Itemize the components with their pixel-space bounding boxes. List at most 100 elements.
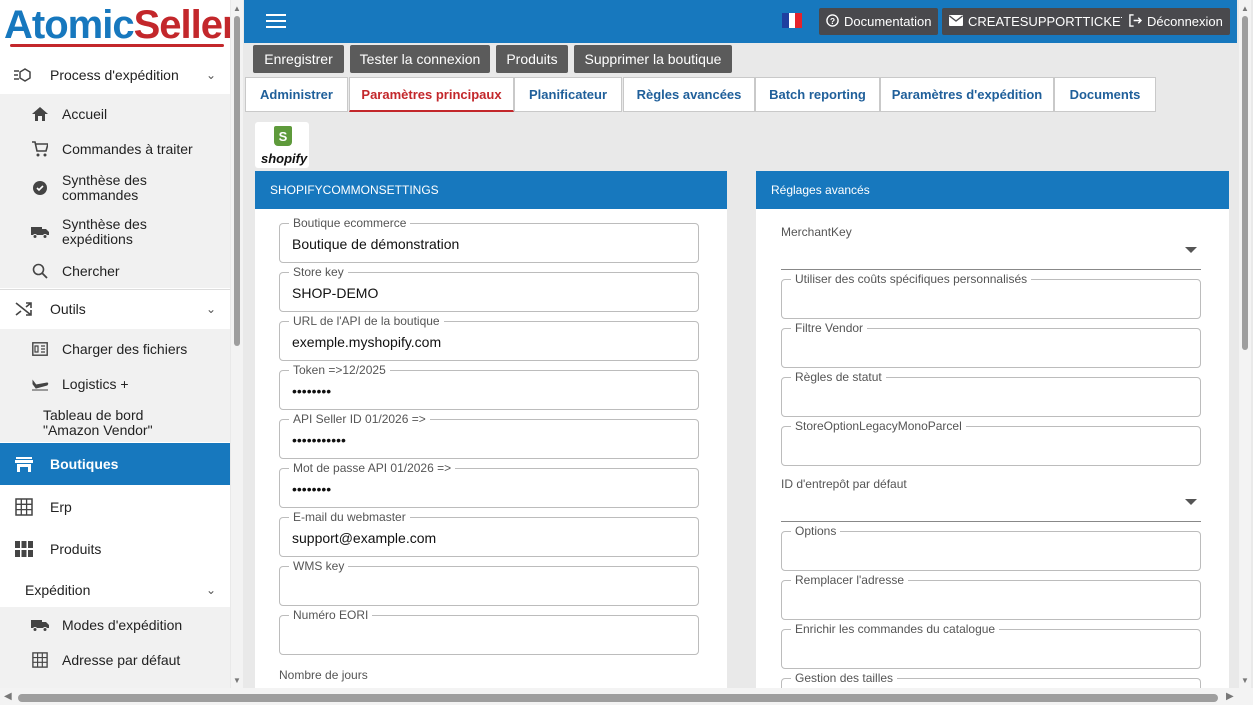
tab-administrer[interactable]: Administrer — [245, 77, 348, 112]
token-field[interactable]: Token =>12/2025 •••••••• — [279, 363, 699, 410]
save-button[interactable]: Enregistrer — [253, 45, 344, 73]
ecommerce-store-field[interactable]: Boutique ecommerce Boutique de démonstra… — [279, 216, 699, 263]
sidebar-group-process[interactable]: Process d'expédition ⌄ — [0, 58, 230, 92]
field-label: WMS key — [289, 559, 349, 573]
delete-store-button[interactable]: Supprimer la boutique — [574, 45, 732, 73]
field-label: Utiliser des coûts spécifiques personnal… — [791, 272, 1032, 286]
horizontal-scrollbar[interactable]: ◀ ▶ — [0, 688, 1253, 705]
chevron-down-icon: ⌄ — [205, 583, 216, 597]
legacy-mono-parcel-field[interactable]: StoreOptionLegacyMonoParcel — [781, 419, 1201, 466]
scroll-up-icon[interactable]: ▲ — [1240, 4, 1250, 13]
flag-stripe — [782, 13, 789, 28]
flag-stripe — [788, 13, 796, 28]
sidebar-item-modes-expedition[interactable]: Modes d'expédition — [0, 608, 230, 642]
logo[interactable]: AtomicSeller — [4, 2, 230, 50]
sidebar-item-label: Erp — [50, 498, 72, 515]
store-key-field[interactable]: Store key SHOP-DEMO — [279, 265, 699, 312]
status-rules-field[interactable]: Règles de statut — [781, 370, 1201, 417]
sidebar-item-amazon-vendor[interactable]: Tableau de bord "Amazon Vendor" — [0, 405, 230, 441]
sidebar-item-label: Modes d'expédition — [62, 616, 183, 633]
help-icon: ? — [826, 13, 839, 30]
grid-icon — [30, 650, 50, 670]
tab-regles-avancees[interactable]: Règles avancées — [623, 77, 755, 112]
sidebar-item-label: Boutiques — [50, 455, 119, 472]
field-label: Store key — [289, 265, 348, 279]
create-support-ticket-button[interactable]: CREATESUPPORTTICKET — [942, 8, 1136, 35]
file-icon — [30, 339, 50, 359]
wms-key-field[interactable]: WMS key — [279, 559, 699, 606]
sidebar-item-label: Charger des fichiers — [62, 340, 188, 357]
sidebar-group-expedition[interactable]: Expédition ⌄ — [0, 573, 230, 607]
products-button[interactable]: Produits — [496, 45, 568, 73]
sidebar-item-logistics[interactable]: Logistics + — [0, 367, 230, 401]
sidebar-item-adresse-defaut[interactable]: Adresse par défaut — [0, 643, 230, 677]
tab-batch-reporting[interactable]: Batch reporting — [755, 77, 880, 112]
options-field[interactable]: Options — [781, 524, 1201, 571]
field-label: Numéro EORI — [289, 608, 373, 622]
sidebar-item-chercher[interactable]: Chercher — [0, 254, 230, 288]
field-label: Remplacer l'adresse — [791, 573, 909, 587]
sidebar-item-charger-fichiers[interactable]: Charger des fichiers — [0, 332, 230, 366]
tab-parametres-expedition[interactable]: Paramètres d'expédition — [880, 77, 1054, 112]
tab-planificateur[interactable]: Planificateur — [514, 77, 622, 112]
sidebar-divider — [0, 289, 230, 290]
sidebar-item-produits[interactable]: Produits — [0, 531, 230, 567]
field-label: E-mail du webmaster — [289, 510, 410, 524]
scroll-down-icon[interactable]: ▼ — [232, 676, 242, 685]
french-flag-icon[interactable] — [782, 13, 803, 28]
eori-field[interactable]: Numéro EORI — [279, 608, 699, 655]
tab-documents[interactable]: Documents — [1054, 77, 1156, 112]
cart-icon — [30, 139, 50, 159]
sidebar-item-label: Logistics + — [62, 375, 129, 392]
custom-costs-field[interactable]: Utiliser des coûts spécifiques personnal… — [781, 272, 1201, 319]
webmaster-email-field[interactable]: E-mail du webmaster support@example.com — [279, 510, 699, 557]
field-label: Enrichir les commandes du catalogue — [791, 622, 1000, 636]
sidebar-scroll-thumb[interactable] — [234, 16, 240, 346]
sidebar-item-erp[interactable]: Erp — [0, 489, 230, 525]
home-icon — [30, 104, 50, 124]
api-password-field[interactable]: Mot de passe API 01/2026 => •••••••• — [279, 461, 699, 508]
api-seller-id-field[interactable]: API Seller ID 01/2026 => ••••••••••• — [279, 412, 699, 459]
scroll-left-icon[interactable]: ◀ — [4, 691, 12, 702]
replace-address-field[interactable]: Remplacer l'adresse — [781, 573, 1201, 620]
store-icon — [14, 454, 34, 474]
logout-button[interactable]: Déconnexion — [1122, 8, 1230, 35]
sidebar-item-label: Tableau de bord "Amazon Vendor" — [43, 407, 153, 438]
select-label: ID d'entrepôt par défaut — [781, 477, 907, 491]
scroll-right-icon[interactable]: ▶ — [1226, 691, 1234, 702]
documentation-button[interactable]: ? Documentation — [819, 8, 939, 35]
shopify-logo: S shopify — [255, 122, 309, 168]
size-management-field[interactable]: Gestion des tailles — [781, 671, 1201, 688]
main-scroll-thumb[interactable] — [1242, 16, 1248, 350]
test-connection-button[interactable]: Tester la connexion — [350, 45, 490, 73]
sidebar-item-synthese-commandes[interactable]: Synthèse des commandes — [0, 170, 230, 206]
main-scrollbar[interactable]: ▲ ▼ — [1239, 0, 1251, 688]
menu-icon[interactable] — [266, 14, 286, 28]
enrich-orders-field[interactable]: Enrichir les commandes du catalogue — [781, 622, 1201, 669]
api-url-field[interactable]: URL de l'API de la boutique exemple.mysh… — [279, 314, 699, 361]
sidebar-item-boutiques[interactable]: Boutiques — [0, 443, 230, 485]
logout-icon — [1129, 13, 1143, 30]
horizontal-scroll-thumb[interactable] — [18, 694, 1218, 702]
search-icon — [30, 261, 50, 281]
sidebar-item-label: Produits — [50, 540, 102, 557]
dropdown-arrow-icon — [1185, 499, 1197, 505]
sidebar-group-outils[interactable]: Outils ⌄ — [0, 292, 230, 326]
shopify-wordmark: shopify — [261, 151, 308, 166]
vendor-filter-field[interactable]: Filtre Vendor — [781, 321, 1201, 368]
sidebar-item-accueil[interactable]: Accueil — [0, 97, 230, 131]
sidebar-scrollbar[interactable]: ▲ ▼ — [231, 0, 243, 688]
scroll-up-icon[interactable]: ▲ — [232, 4, 242, 13]
sidebar-group-label: Process d'expédition — [50, 66, 179, 83]
default-warehouse-select[interactable]: ID d'entrepôt par défaut — [781, 477, 1201, 522]
scroll-down-icon[interactable]: ▼ — [1240, 676, 1250, 685]
flag-stripe — [795, 13, 803, 28]
chevron-down-icon: ⌄ — [205, 68, 216, 82]
field-label: URL de l'API de la boutique — [289, 314, 444, 328]
merchant-key-select[interactable]: MerchantKey — [781, 225, 1201, 270]
truck-icon — [30, 222, 50, 242]
sidebar-item-commandes[interactable]: Commandes à traiter — [0, 132, 230, 166]
sidebar-item-synthese-expeditions[interactable]: Synthèse des expéditions — [0, 214, 230, 250]
plane-icon — [30, 374, 50, 394]
tab-parametres-principaux[interactable]: Paramètres principaux — [349, 77, 514, 112]
